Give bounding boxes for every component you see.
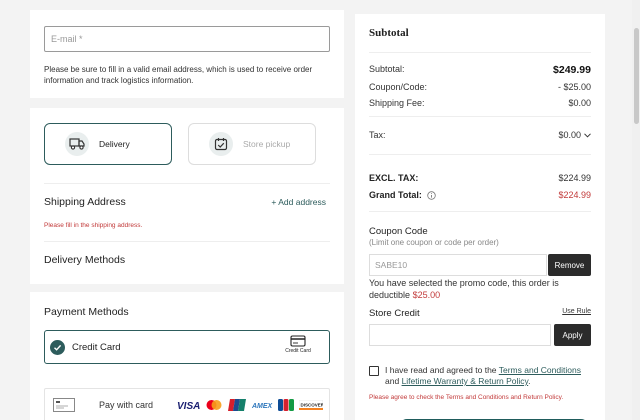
page-scrollbar-thumb[interactable]	[634, 28, 639, 124]
coupon-code-title: Coupon Code	[369, 226, 428, 237]
add-address-link[interactable]: + Add address	[271, 197, 326, 207]
agreement-suffix: .	[528, 376, 531, 386]
credit-card-option[interactable]: Credit Card Credit Card	[44, 330, 330, 364]
delivery-option-tile[interactable]: Delivery	[44, 123, 172, 165]
shipping-fee-value: $0.00	[568, 98, 591, 108]
discover-logo-icon: DISCOVER	[299, 398, 323, 412]
use-rule-link[interactable]: Use Rule	[562, 308, 591, 315]
coupon-label: Coupon/Code:	[369, 82, 428, 92]
shipping-address-error: Please fill in the shipping address.	[44, 222, 143, 229]
shipping-fee-row: Shipping Fee: $0.00	[369, 98, 591, 108]
amex-logo-icon: AMEX	[251, 398, 273, 412]
grand-total-label: Grand Total:	[369, 190, 422, 200]
credit-card-label: Credit Card	[72, 341, 121, 353]
agreement-and: and	[385, 376, 400, 386]
divider	[369, 154, 591, 155]
store-pickup-option-tile[interactable]: Store pickup	[188, 123, 316, 165]
subtotal-value: $249.99	[553, 64, 591, 76]
store-credit-input[interactable]	[369, 324, 551, 346]
coupon-row: Coupon/Code: - $25.00	[369, 82, 591, 92]
card-brands: VISA AMEX DISCOVER	[176, 398, 323, 412]
pay-with-card-option[interactable]: Pay with card VISA AMEX DISCOVER	[44, 388, 330, 420]
truck-icon	[65, 132, 89, 156]
store-credit-title: Store Credit	[369, 308, 420, 319]
visa-logo-icon: VISA	[176, 398, 200, 412]
delivery-card: Delivery Store pickup Shipping Address +…	[30, 108, 344, 284]
tax-row[interactable]: Tax: $0.00	[369, 130, 591, 140]
coupon-code-subtitle: (Limit one coupon or code per order)	[369, 238, 499, 247]
divider	[44, 241, 330, 242]
promo-note: You have selected the promo code, this o…	[369, 277, 594, 301]
divider	[369, 52, 591, 53]
coupon-value: - $25.00	[557, 82, 591, 92]
svg-text:DISCOVER: DISCOVER	[301, 403, 324, 408]
calendar-check-icon	[209, 132, 233, 156]
apply-store-credit-button[interactable]: Apply	[554, 324, 591, 346]
payment-card: Payment Methods Credit Card Credit Card …	[30, 292, 344, 420]
pay-with-card-label: Pay with card	[99, 400, 154, 410]
store-pickup-option-label: Store pickup	[243, 139, 291, 149]
excl-tax-row: EXCL. TAX: $224.99	[369, 173, 591, 183]
subtotal-row: Subtotal: $249.99	[369, 64, 591, 76]
divider	[369, 211, 591, 212]
grand-total-value: $224.99	[558, 190, 591, 200]
summary-title: Subtotal	[369, 27, 409, 39]
email-help-text: Please be sure to fill in a valid email …	[44, 65, 313, 85]
coupon-code-input[interactable]	[369, 254, 547, 276]
check-icon	[50, 339, 65, 355]
agreement-error: Please agree to check the Terms and Cond…	[369, 394, 564, 401]
delivery-option-label: Delivery	[99, 139, 130, 149]
contact-card: Please be sure to fill in a valid email …	[30, 10, 344, 98]
promo-note-amount: $25.00	[412, 290, 441, 300]
promo-note-text: You have selected the promo code, this o…	[369, 278, 559, 300]
card-form-icon	[53, 398, 75, 412]
svg-text:AMEX: AMEX	[251, 403, 273, 410]
email-field[interactable]	[44, 26, 330, 52]
agreement-prefix: I have read and agreed to the	[385, 365, 497, 375]
payment-methods-title: Payment Methods	[44, 306, 129, 318]
excl-tax-label: EXCL. TAX:	[369, 173, 419, 183]
shipping-address-title: Shipping Address	[44, 196, 126, 208]
divider	[44, 183, 330, 184]
tax-label: Tax:	[369, 130, 386, 140]
order-summary-card: Subtotal Subtotal: $249.99 Coupon/Code: …	[355, 14, 605, 420]
agree-checkbox[interactable]	[369, 366, 379, 376]
divider	[369, 116, 591, 117]
credit-card-icon-label: Credit Card	[285, 348, 311, 354]
agreement-text: I have read and agreed to the Terms and …	[385, 365, 595, 387]
terms-link[interactable]: Terms and Conditions	[499, 365, 581, 375]
jcb-logo-icon	[278, 398, 294, 412]
delivery-methods-title: Delivery Methods	[44, 254, 126, 266]
grand-total-row: Grand Total: $224.99	[369, 190, 591, 200]
remove-coupon-button[interactable]: Remove	[548, 254, 591, 276]
unionpay-logo-icon	[228, 398, 246, 412]
tax-value: $0.00	[558, 130, 581, 140]
excl-tax-value: $224.99	[558, 173, 591, 183]
shipping-fee-label: Shipping Fee:	[369, 98, 425, 108]
chevron-down-icon[interactable]	[584, 132, 591, 138]
credit-card-icon: Credit Card	[281, 335, 315, 359]
svg-text:VISA: VISA	[177, 401, 200, 410]
mastercard-logo-icon	[205, 398, 223, 412]
subtotal-label: Subtotal:	[369, 64, 405, 74]
info-icon[interactable]	[427, 190, 436, 200]
warranty-return-policy-link[interactable]: Lifetime Warranty & Return Policy	[402, 376, 529, 386]
